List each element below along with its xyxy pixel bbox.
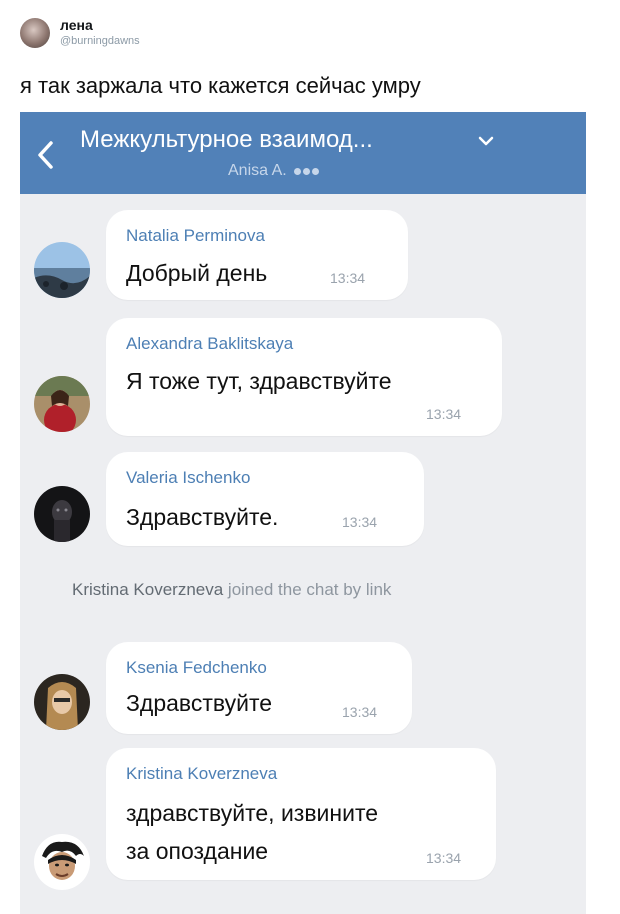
chat-subtitle-text: Anisa A. [228, 162, 287, 180]
chevron-down-icon[interactable] [478, 136, 494, 146]
message-sender[interactable]: Ksenia Fedchenko [126, 658, 267, 678]
message-bubble[interactable]: Valeria Ischenko Здравствуйте. 13:34 [106, 452, 424, 546]
avatar-natalia[interactable] [34, 242, 90, 298]
message-bubble[interactable]: Natalia Perminova Добрый день 13:34 [106, 210, 408, 300]
tweet-author-name[interactable]: лена [60, 17, 93, 33]
chat-screenshot: Межкультурное взаимод... Anisa A. Natali… [20, 112, 586, 914]
back-chevron-icon[interactable] [36, 140, 54, 170]
more-dots-icon [293, 162, 320, 180]
message-text: Здравствуйте. [126, 504, 279, 530]
system-message-text: joined the chat by link [227, 580, 392, 599]
message-sender[interactable]: Kristina Koverzneva [126, 764, 277, 784]
message-text-line: за опоздание [126, 838, 269, 864]
message-time: 13:34 [330, 270, 366, 286]
message-bubble[interactable]: Ksenia Fedchenko Здравствуйте 13:34 [106, 642, 412, 734]
system-message: Kristina Koverzneva joined the chat by l… [72, 580, 391, 600]
message-text: Здравствуйте [126, 690, 273, 716]
message-text: Я тоже тут, здравствуйте [126, 368, 392, 394]
chat-subtitle: Anisa A. [228, 162, 320, 180]
message-sender[interactable]: Alexandra Baklitskaya [126, 334, 293, 354]
message-text-line: здравствуйте, извините [126, 800, 379, 826]
system-message-name[interactable]: Kristina Koverzneva [72, 580, 223, 599]
message-bubble[interactable]: Alexandra Baklitskaya Я тоже тут, здравс… [106, 318, 502, 436]
chat-title[interactable]: Межкультурное взаимод... [80, 126, 373, 154]
tweet-text: я так заржала что кажется сейчас умру [20, 73, 421, 98]
message-time: 13:34 [426, 406, 462, 422]
chat-header: Межкультурное взаимод... Anisa A. [20, 112, 586, 194]
message-time: 13:34 [342, 704, 378, 720]
message-bubble[interactable]: Kristina Koverzneva здравствуйте, извини… [106, 748, 496, 880]
message-sender[interactable]: Valeria Ischenko [126, 468, 250, 488]
message-time: 13:34 [342, 514, 378, 530]
message-text: Добрый день [126, 260, 268, 286]
avatar-alexandra[interactable] [34, 376, 90, 432]
tweet-avatar[interactable] [20, 18, 50, 48]
avatar-kristina[interactable] [34, 834, 90, 890]
message-time: 13:34 [426, 850, 462, 866]
avatar-ksenia[interactable] [34, 674, 90, 730]
avatar-valeria[interactable] [34, 486, 90, 542]
tweet-author-handle[interactable]: @burningdawns [60, 35, 140, 47]
message-sender[interactable]: Natalia Perminova [126, 226, 265, 246]
